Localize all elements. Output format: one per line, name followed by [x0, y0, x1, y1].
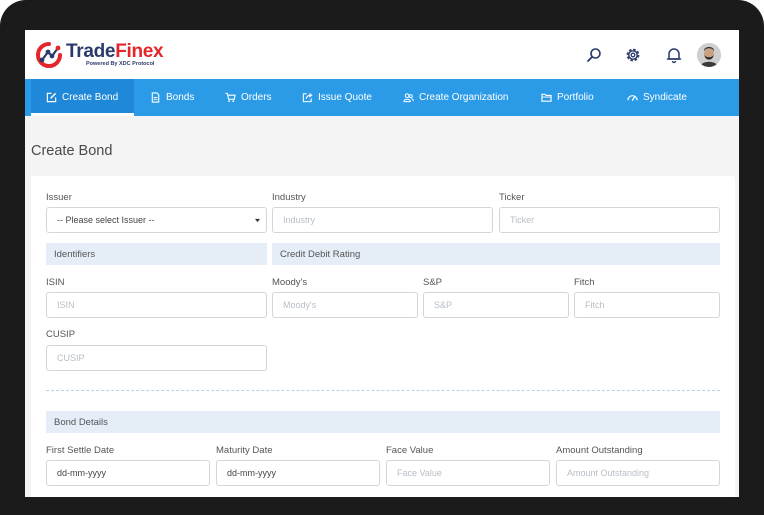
create-bond-form: Issuer -- Please select Issuer -- Indust…: [31, 176, 735, 497]
gauge-icon: [627, 95, 638, 101]
cart-icon: [225, 92, 236, 103]
nav-item-create-bond[interactable]: Create Bond: [31, 79, 134, 116]
first-settle-date-label: First Settle Date: [46, 445, 115, 456]
first-settle-date-value: dd-mm-yyyy: [57, 468, 106, 478]
credit-rating-section-header: Credit Debit Rating: [272, 243, 720, 265]
bond-details-section-header: Bond Details: [46, 411, 720, 433]
sp-placeholder: S&P: [434, 300, 453, 310]
share-icon: [302, 92, 313, 103]
issuer-select-value: -- Please select Issuer --: [57, 215, 155, 225]
ticker-label: Ticker: [499, 192, 525, 203]
avatar-image: [697, 43, 721, 67]
app-header: TradeFinex Powered By XDC Protocol: [25, 30, 739, 79]
cusip-input[interactable]: CUSIP: [46, 345, 267, 371]
document-icon: [151, 92, 160, 103]
maturity-date-value: dd-mm-yyyy: [227, 468, 276, 478]
search-icon[interactable]: [584, 45, 604, 65]
fitch-input[interactable]: Fitch: [574, 292, 720, 318]
identifiers-section-header: Identifiers: [46, 243, 267, 265]
main-nav: Create Bond Bonds Orders Issue Quote Cre…: [25, 79, 739, 116]
brand-name: TradeFinex: [66, 41, 164, 62]
nav-item-issue-quote[interactable]: Issue Quote: [302, 79, 372, 116]
bell-icon[interactable]: [664, 45, 684, 65]
issuer-select[interactable]: -- Please select Issuer --: [46, 207, 267, 233]
ticker-placeholder: Ticker: [510, 215, 535, 225]
nav-item-create-organization[interactable]: Create Organization: [403, 79, 509, 116]
app-screen: TradeFinex Powered By XDC Protocol Creat…: [25, 30, 739, 497]
nav-item-label: Create Bond: [62, 92, 119, 103]
amount-outstanding-placeholder: Amount Outstanding: [567, 468, 650, 478]
face-value-label: Face Value: [386, 445, 434, 456]
nav-item-label: Issue Quote: [318, 92, 372, 103]
first-settle-date-input[interactable]: dd-mm-yyyy: [46, 460, 210, 486]
nav-item-label: Syndicate: [643, 92, 687, 103]
sp-label: S&P: [423, 277, 443, 288]
isin-placeholder: ISIN: [57, 300, 75, 310]
brand-logo[interactable]: TradeFinex Powered By XDC Protocol: [34, 40, 174, 70]
amount-outstanding-label: Amount Outstanding: [556, 445, 643, 456]
fitch-placeholder: Fitch: [585, 300, 605, 310]
nav-item-syndicate[interactable]: Syndicate: [627, 79, 687, 116]
gear-icon[interactable]: [623, 45, 643, 65]
moodys-input[interactable]: Moody's: [272, 292, 418, 318]
nav-item-bonds[interactable]: Bonds: [150, 79, 194, 116]
caret-down-icon: [255, 218, 260, 223]
maturity-date-label: Maturity Date: [216, 445, 273, 456]
isin-input[interactable]: ISIN: [46, 292, 267, 318]
amount-outstanding-input[interactable]: Amount Outstanding: [556, 460, 720, 486]
nav-item-orders[interactable]: Orders: [225, 79, 272, 116]
nav-item-label: Portfolio: [557, 92, 594, 103]
laptop-frame: TradeFinex Powered By XDC Protocol Creat…: [0, 0, 764, 515]
face-value-input[interactable]: Face Value: [386, 460, 550, 486]
industry-label: Industry: [272, 192, 306, 203]
industry-placeholder: Industry: [283, 215, 316, 225]
brand-tagline: Powered By XDC Protocol: [86, 61, 155, 67]
folder-icon: [541, 93, 552, 102]
maturity-date-input[interactable]: dd-mm-yyyy: [216, 460, 380, 486]
users-icon: [403, 93, 414, 103]
moodys-label: Moody's: [272, 277, 308, 288]
nav-item-portfolio[interactable]: Portfolio: [541, 79, 594, 116]
cusip-label: CUSIP: [46, 329, 76, 340]
logo-mark-icon: [36, 42, 62, 68]
brand-name-part2: Finex: [115, 41, 164, 62]
sp-input[interactable]: S&P: [423, 292, 569, 318]
fitch-label: Fitch: [574, 277, 595, 288]
nav-item-label: Create Organization: [419, 92, 509, 103]
ticker-input[interactable]: Ticker: [499, 207, 720, 233]
section-divider: [46, 390, 720, 391]
nav-item-label: Orders: [241, 92, 272, 103]
issuer-label: Issuer: [46, 192, 72, 203]
nav-item-label: Bonds: [166, 92, 195, 103]
page-title: Create Bond: [31, 143, 113, 159]
face-value-placeholder: Face Value: [397, 468, 442, 478]
cusip-placeholder: CUSIP: [57, 353, 85, 363]
edit-icon: [46, 92, 57, 103]
brand-name-part1: Trade: [66, 41, 116, 62]
isin-label: ISIN: [46, 277, 65, 288]
moodys-placeholder: Moody's: [283, 300, 317, 310]
industry-input[interactable]: Industry: [272, 207, 493, 233]
user-avatar[interactable]: [697, 43, 721, 67]
